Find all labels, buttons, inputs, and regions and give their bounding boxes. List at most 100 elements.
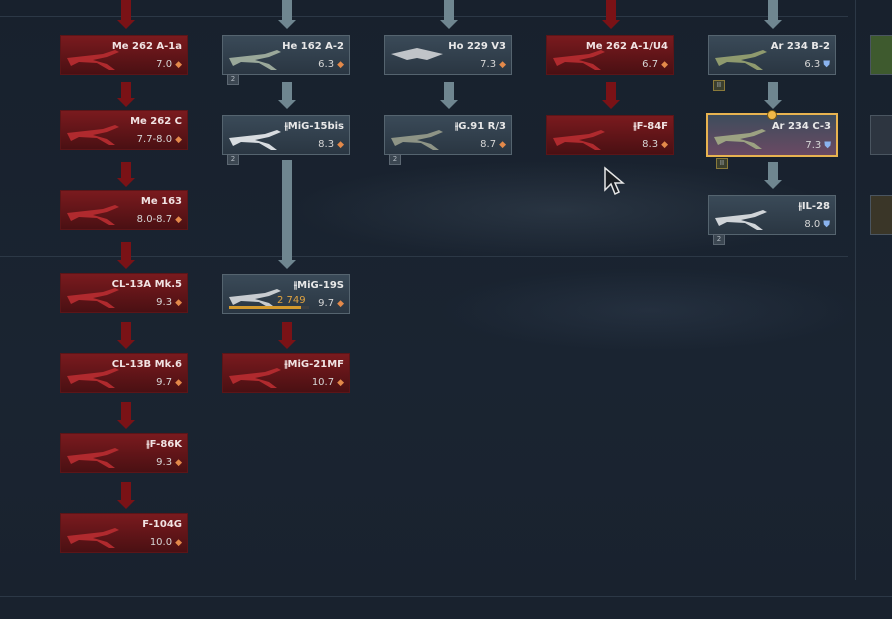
battle-rating: 9.3 — [156, 297, 173, 308]
vehicle-card[interactable]: ⫲F-84F 8.3 ◆ — [546, 115, 674, 155]
vehicle-card[interactable]: Ho 229 V3 7.3 ◆ — [384, 35, 512, 75]
diamond-icon: ◆ — [175, 215, 182, 225]
premium-shield-icon: ⛊ — [824, 141, 831, 151]
diamond-icon: ◆ — [337, 299, 344, 309]
research-arrow — [116, 160, 136, 188]
research-arrow — [116, 400, 136, 430]
research-arrow — [116, 320, 136, 350]
vehicle-card[interactable]: He 162 A-2 6.3 ◆ — [222, 35, 350, 75]
flying-wing-icon — [391, 48, 443, 60]
jet-aircraft-icon — [229, 368, 281, 388]
vehicle-card[interactable]: ⫲MiG-19S 2 749 9.7 ◆ — [222, 274, 350, 314]
vehicle-card[interactable]: CL-13A Mk.5 9.3 ◆ — [60, 273, 188, 313]
battle-rating: 10.0 — [149, 537, 173, 548]
rank-badge: 2 — [389, 154, 401, 165]
research-arrow — [763, 0, 783, 30]
research-progress-bar — [229, 306, 309, 309]
battle-rating: 10.7 — [311, 377, 335, 388]
research-arrow — [763, 160, 783, 190]
diamond-icon: ◆ — [175, 378, 182, 388]
bomber-aircraft-icon — [714, 129, 766, 149]
diamond-icon: ◆ — [337, 378, 344, 388]
battle-rating: 9.3 — [156, 457, 173, 468]
vehicle-name: F-104G — [142, 519, 182, 530]
mouse-cursor-icon — [604, 166, 625, 196]
jet-aircraft-icon — [229, 50, 281, 70]
battle-rating: 9.7 — [156, 377, 173, 388]
diamond-icon: ◆ — [661, 60, 668, 70]
vehicle-name: CL-13A Mk.5 — [111, 279, 182, 290]
vehicle-name: Me 262 A-1/U4 — [585, 41, 668, 52]
research-arrow — [601, 0, 621, 30]
vehicle-name: ⫲MiG-19S — [293, 280, 344, 291]
battle-rating: 8.0 — [804, 219, 821, 230]
jet-aircraft-icon — [67, 448, 119, 468]
research-arrow — [439, 80, 459, 110]
vehicle-card[interactable]: CL-13B Mk.6 9.7 ◆ — [60, 353, 188, 393]
next-column-card-1[interactable] — [870, 35, 892, 75]
vehicle-name: ⫲G.91 R/3 — [455, 121, 506, 132]
rank-badge: II — [713, 80, 725, 91]
vehicle-card[interactable]: ⫲F-86K 9.3 ◆ — [60, 433, 188, 473]
vehicle-card[interactable]: ⫲MiG-15bis 8.3 ◆ — [222, 115, 350, 155]
research-arrow — [116, 80, 136, 108]
vehicle-name: ⫲MiG-21MF — [284, 359, 344, 370]
diamond-icon: ◆ — [337, 60, 344, 70]
vehicle-card[interactable]: Me 262 C 7.7-8.0 ◆ — [60, 110, 188, 150]
vehicle-name: ⫲F-84F — [633, 121, 668, 132]
jet-aircraft-icon — [67, 528, 119, 548]
vehicle-card[interactable]: ⫲MiG-21MF 10.7 ◆ — [222, 353, 350, 393]
research-arrow — [277, 80, 297, 110]
battle-rating: 7.3 — [805, 140, 822, 151]
vehicle-card[interactable]: Me 163 8.0-8.7 ◆ — [60, 190, 188, 230]
battle-rating: 8.0-8.7 — [136, 214, 173, 225]
vehicle-name: ⫲MiG-15bis — [284, 121, 344, 132]
vehicle-name: Ar 234 C-3 — [771, 121, 831, 132]
vehicle-card[interactable]: F-104G 10.0 ◆ — [60, 513, 188, 553]
next-column-card-3[interactable] — [870, 195, 892, 235]
battle-rating: 7.0 — [156, 59, 173, 70]
research-points: 2 749 — [277, 295, 306, 306]
vehicle-name: Me 262 A-1a — [111, 41, 182, 52]
vehicle-card[interactable]: ⫲G.91 R/3 8.7 ◆ — [384, 115, 512, 155]
rocket-aircraft-icon — [67, 205, 119, 225]
research-arrow — [116, 240, 136, 270]
diamond-icon: ◆ — [499, 140, 506, 150]
research-arrow — [277, 160, 297, 270]
vehicle-card[interactable]: Ar 234 B-2 6.3 ⛊ — [708, 35, 836, 75]
selection-dot-icon — [767, 110, 777, 120]
diamond-icon: ◆ — [175, 298, 182, 308]
battle-rating: 6.3 — [318, 59, 335, 70]
rank-badge: 2 — [227, 154, 239, 165]
next-column-card-2[interactable] — [870, 115, 892, 155]
research-arrow — [601, 80, 621, 110]
rank-badge: 2 — [713, 234, 725, 245]
diamond-icon: ◆ — [661, 140, 668, 150]
diamond-icon: ◆ — [175, 60, 182, 70]
premium-shield-icon: ⛊ — [823, 220, 830, 230]
battle-rating: 6.3 — [804, 59, 821, 70]
battle-rating: 8.7 — [480, 139, 497, 150]
research-arrow — [763, 80, 783, 110]
battle-rating: 8.3 — [642, 139, 659, 150]
vehicle-card[interactable]: Me 262 A-1/U4 6.7 ◆ — [546, 35, 674, 75]
jet-aircraft-icon — [391, 130, 443, 150]
research-arrow — [277, 0, 297, 30]
jet-aircraft-icon — [67, 125, 119, 145]
vehicle-card[interactable]: ⫲IL-28 8.0 ⛊ — [708, 195, 836, 235]
jet-aircraft-icon — [229, 130, 281, 150]
research-arrow — [116, 480, 136, 510]
rank-badge: II — [716, 158, 728, 169]
diamond-icon: ◆ — [337, 140, 344, 150]
vehicle-name: Ar 234 B-2 — [770, 41, 830, 52]
research-arrow — [277, 320, 297, 350]
research-arrow — [116, 0, 136, 30]
premium-shield-icon: ⛊ — [823, 60, 830, 70]
diamond-icon: ◆ — [499, 60, 506, 70]
diamond-icon: ◆ — [175, 135, 182, 145]
tree-right-border — [855, 0, 856, 580]
vehicle-card[interactable]: Me 262 A-1a 7.0 ◆ — [60, 35, 188, 75]
battle-rating: 9.7 — [318, 298, 335, 309]
tier-divider-bottom — [0, 596, 892, 597]
jet-aircraft-icon — [553, 130, 605, 150]
